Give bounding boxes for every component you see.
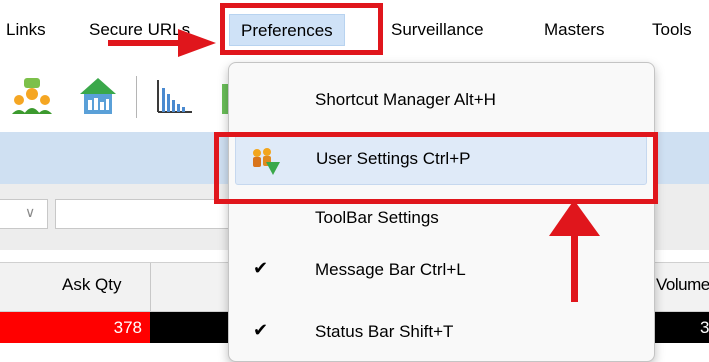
annotation-arrows [108, 29, 600, 302]
arrow-up-icon [549, 200, 600, 302]
arrow-right-icon [108, 29, 216, 57]
